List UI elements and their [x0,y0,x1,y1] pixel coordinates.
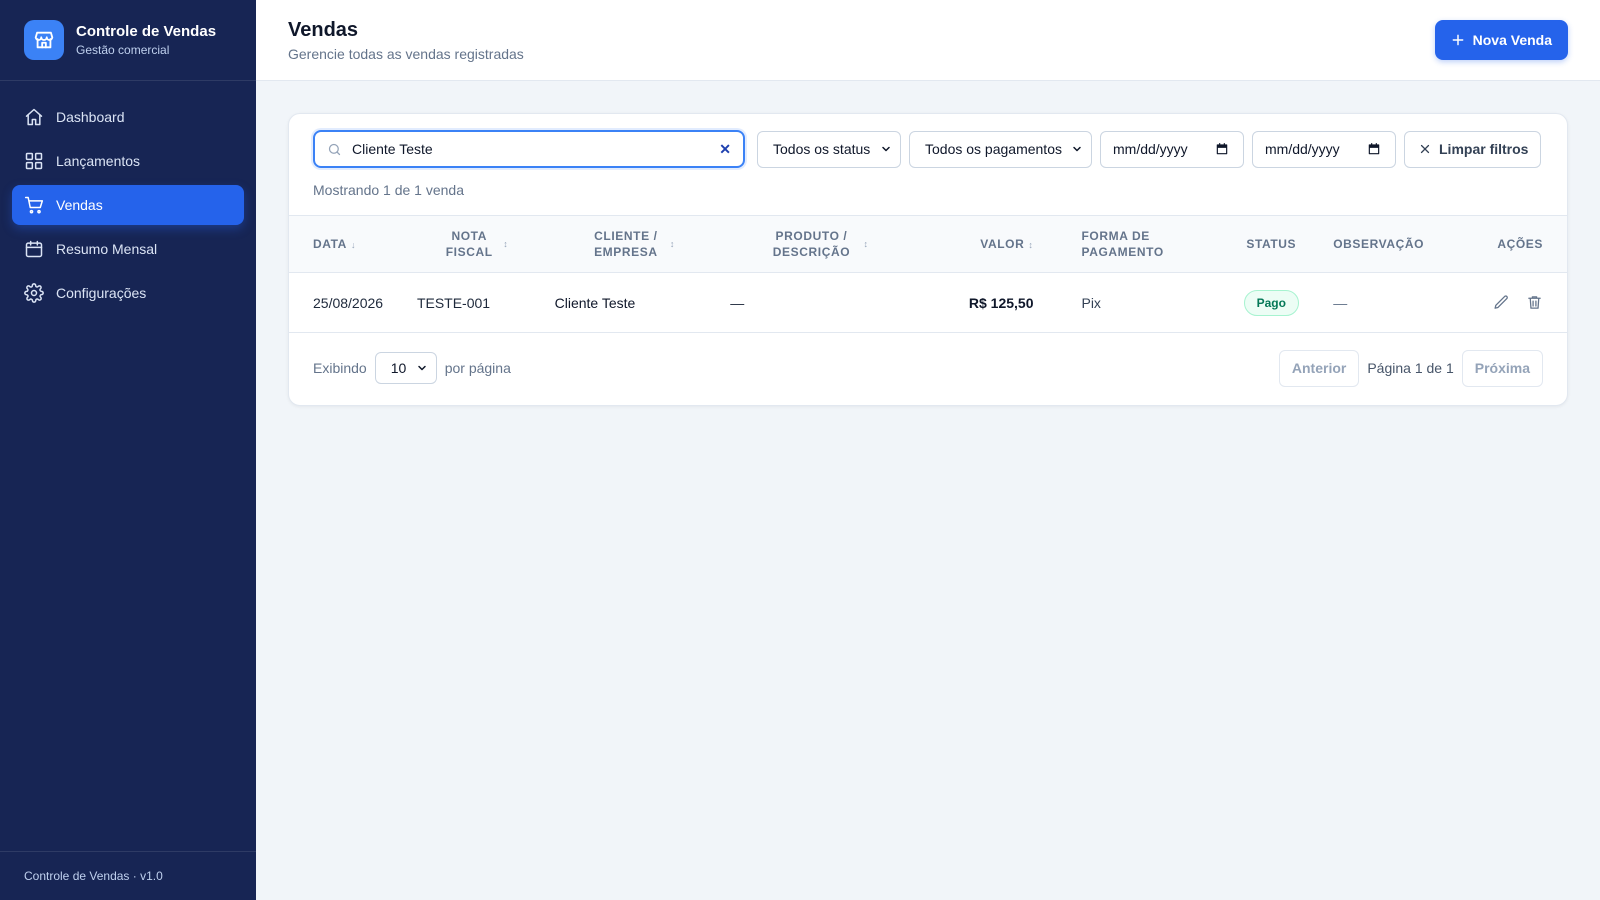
cart-icon [24,196,44,214]
grid-icon [25,152,43,170]
home-icon [25,108,43,126]
clear-filters-label: Limpar filtros [1439,141,1529,157]
brand: Controle de Vendas Gestão comercial [0,0,256,81]
date-from-value: mm/dd/yyyy [1113,141,1188,157]
column-header-pagamento: FORMA DE PAGAMENTO [1081,229,1164,259]
sidebar-item-dashboard[interactable]: Dashboard [12,97,244,137]
date-to-value: mm/dd/yyyy [1265,141,1340,157]
calendar-icon [25,240,43,258]
sidebar-item-label: Lançamentos [56,153,141,169]
status-filter-value: Todos os status [773,141,871,157]
filters-bar: ✕ Todos os status Todos os pagamentos mm… [289,114,1567,168]
chevron-down-icon [417,365,426,371]
sidebar-nav: Dashboard Lançamentos Vendas Resumo Mens… [0,81,256,333]
cell-pagamento: Pix [1081,294,1101,311]
sidebar-item-resumo-mensal[interactable]: Resumo Mensal [12,229,244,269]
cell-observacao: — [1333,294,1348,311]
cell-cliente: Cliente Teste [554,294,636,311]
chevron-down-icon [1073,146,1081,152]
search-input[interactable] [352,141,710,157]
table-row: 25/08/2026 TESTE-001 Cliente Teste — R$ … [289,273,1567,333]
date-to-input[interactable]: mm/dd/yyyy [1252,130,1396,168]
app-title: Controle de Vendas [76,22,217,40]
sidebar-item-label: Vendas [56,197,103,213]
search-icon [328,143,341,155]
next-page-button[interactable]: Próxima [1461,349,1543,387]
cell-acoes [1445,273,1567,333]
calendar-icon [1368,143,1380,155]
column-header-observacao: OBSERVAÇÃO [1333,237,1425,251]
payment-filter-value: Todos os pagamentos [925,141,1062,157]
search-box[interactable]: ✕ [313,130,745,168]
per-page-select[interactable]: 10 [374,352,437,384]
column-header-nota-fiscal[interactable]: NOTA FISCAL↕ [405,216,543,273]
column-header-cliente[interactable]: CLIENTE / EMPRESA↕ [543,216,719,273]
sidebar-item-label: Configurações [56,285,147,301]
plus-icon [1452,34,1464,46]
date-from-input[interactable]: mm/dd/yyyy [1100,130,1244,168]
sidebar-footer: Controle de Vendas · v1.0 [0,851,256,900]
per-page-label: por página [444,360,511,376]
results-count: Mostrando 1 de 1 venda [313,182,464,198]
column-header-data[interactable]: DATA ↓ [289,216,405,273]
calendar-icon [1216,143,1228,155]
chevron-down-icon [882,146,890,152]
column-header-acoes: AÇÕES [1497,237,1543,251]
sales-card: ✕ Todos os status Todos os pagamentos mm… [288,113,1568,406]
status-filter-select[interactable]: Todos os status [757,130,901,168]
sidebar-item-lancamentos[interactable]: Lançamentos [12,141,244,181]
clear-search-icon[interactable]: ✕ [719,141,731,158]
store-icon [24,20,64,60]
showing-label: Exibindo [313,360,367,376]
edit-icon[interactable] [1493,294,1510,311]
sidebar-item-configuracoes[interactable]: Configurações [12,273,244,313]
table-footer: Exibindo 10 por página Anterior Página 1… [289,333,1567,403]
new-sale-button[interactable]: Nova Venda [1434,20,1568,60]
column-header-valor[interactable]: VALOR ↕ [914,216,1046,273]
cell-nota-fiscal: TESTE-001 [416,294,491,311]
app-subtitle: Gestão comercial [76,42,170,57]
pagination: Anterior Página 1 de 1 Próxima [1278,349,1543,387]
clear-filters-button[interactable]: Limpar filtros [1404,130,1542,168]
close-icon [1420,144,1430,154]
cell-data: 25/08/2026 [313,294,384,311]
sidebar: Controle de Vendas Gestão comercial Dash… [0,0,256,900]
table-header-row: DATA ↓ NOTA FISCAL↕ CLIENTE / EMPRESA↕ PR… [289,215,1567,273]
sales-table: DATA ↓ NOTA FISCAL↕ CLIENTE / EMPRESA↕ PR… [289,215,1567,333]
previous-page-button[interactable]: Anterior [1278,349,1360,387]
cell-produto: — [730,294,745,311]
per-page-value: 10 [390,360,407,376]
sidebar-item-label: Resumo Mensal [56,241,158,257]
payment-filter-select[interactable]: Todos os pagamentos [909,130,1092,168]
trash-icon[interactable] [1526,294,1543,311]
column-header-produto[interactable]: PRODUTO / DESCRIÇÃO↕ [718,216,914,273]
page-title: Vendas [288,19,359,41]
sidebar-item-vendas[interactable]: Vendas [12,185,244,225]
sidebar-item-label: Dashboard [56,109,125,125]
per-page-control: Exibindo 10 por página [313,352,511,384]
cell-status: Pago [1221,273,1321,333]
gear-icon [24,283,44,303]
new-sale-label: Nova Venda [1472,32,1552,48]
page-subtitle: Gerencie todas as vendas registradas [288,46,524,62]
status-badge: Pago [1243,289,1299,316]
column-header-status: STATUS [1246,237,1297,251]
page-info: Página 1 de 1 [1367,360,1454,376]
cell-valor: R$ 125,50 [968,294,1034,311]
page-header: Vendas Gerencie todas as vendas registra… [256,0,1600,81]
